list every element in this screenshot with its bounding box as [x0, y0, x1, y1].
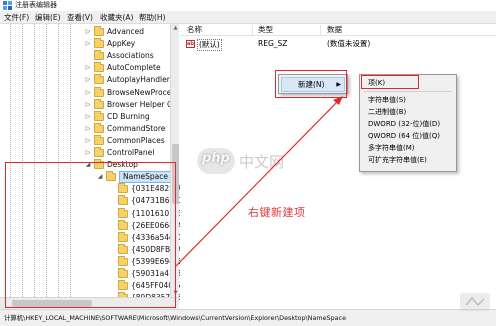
- tree-node-label: BrowseNewProces: [107, 87, 176, 97]
- column-data-header[interactable]: 数据: [327, 24, 342, 36]
- folder-icon: [94, 38, 104, 49]
- tree-node-label: CommonPlaces: [107, 135, 165, 145]
- corner-watermark-icon: [460, 293, 490, 311]
- collapsed-arrow-icon[interactable]: ▷: [84, 89, 92, 97]
- tree-node-label: Browser Helper Ol: [107, 99, 175, 109]
- collapsed-arrow-icon[interactable]: ▷: [84, 113, 92, 121]
- collapsed-arrow-icon[interactable]: ▷: [84, 28, 92, 36]
- column-divider[interactable]: [320, 25, 321, 35]
- collapsed-arrow-icon[interactable]: ▷: [84, 137, 92, 145]
- folder-icon: [94, 110, 104, 121]
- string-value-icon: ab: [186, 40, 195, 48]
- tree-node-label: AppKey: [107, 39, 136, 49]
- tree-node-label: ControlPanel: [107, 148, 155, 157]
- collapsed-arrow-icon[interactable]: ▷: [84, 125, 92, 133]
- collapsed-arrow-icon[interactable]: ▷: [84, 76, 92, 84]
- submenu-item-expandable-string-value[interactable]: 可扩充字符串值(E): [362, 154, 454, 166]
- folder-icon: [94, 26, 104, 36]
- window-title: 注册表编辑器: [15, 1, 57, 9]
- column-divider[interactable]: [252, 25, 253, 35]
- annotation-caption: 右键新建项: [248, 206, 306, 219]
- folder-icon: [94, 62, 104, 73]
- tree-node-label: CommandStore: [107, 123, 166, 133]
- menu-separator: [364, 91, 452, 92]
- highlight-new-menu: [275, 70, 347, 98]
- tree-node-label: AutoComplete: [107, 63, 161, 73]
- menu-help[interactable]: 帮助(H): [139, 11, 166, 24]
- highlight-tree-subkeys: [5, 162, 176, 308]
- title-bar: 注册表编辑器: [0, 0, 496, 11]
- menu-favorites[interactable]: 收藏夹(A): [100, 11, 133, 24]
- folder-icon: [94, 74, 104, 85]
- menu-view[interactable]: 查看(V): [67, 11, 93, 24]
- submenu-item-multi-string-value[interactable]: 多字符串值(M): [362, 142, 454, 154]
- submenu-item-qword-value[interactable]: QWORD (64 位)值(Q): [362, 130, 454, 142]
- folder-icon: [94, 98, 104, 109]
- menu-file[interactable]: 文件(F): [4, 11, 29, 24]
- column-name-header[interactable]: 名称: [187, 24, 202, 36]
- values-header: 名称 类型 数据: [180, 24, 496, 36]
- collapsed-arrow-icon[interactable]: ▷: [84, 101, 92, 109]
- registry-path: 计算机\HKEY_LOCAL_MACHINE\SOFTWARE\Microsof…: [4, 314, 346, 322]
- value-data: (数值未设置): [327, 39, 371, 48]
- tree-node-label: Advanced: [107, 27, 145, 36]
- collapsed-arrow-icon: [84, 52, 92, 60]
- folder-icon: [94, 147, 104, 157]
- folder-icon: [94, 134, 104, 145]
- column-type-header[interactable]: 类型: [258, 24, 273, 36]
- collapsed-arrow-icon[interactable]: ▷: [84, 40, 92, 48]
- tree-node-label: Associations: [107, 51, 154, 61]
- php-watermark: php 中文网: [197, 148, 297, 174]
- folder-icon: [94, 50, 104, 61]
- folder-icon: [94, 122, 104, 133]
- menu-edit[interactable]: 编辑(E): [35, 11, 61, 24]
- submenu-item-dword-value[interactable]: DWORD (32-位)值(D): [362, 118, 454, 130]
- watermark-site-text: 中文网: [239, 153, 285, 171]
- scroll-up-arrow-icon[interactable]: ▲: [172, 24, 179, 32]
- menu-bar: 文件(F) 编辑(E) 查看(V) 收藏夹(A) 帮助(H): [0, 11, 496, 24]
- collapsed-arrow-icon[interactable]: ▷: [84, 149, 92, 157]
- highlight-key-item: [361, 75, 419, 89]
- value-name: (默认): [197, 39, 222, 51]
- status-bar: 计算机\HKEY_LOCAL_MACHINE\SOFTWARE\Microsof…: [0, 309, 496, 326]
- value-type: REG_SZ: [258, 39, 288, 48]
- folder-icon: [94, 86, 104, 97]
- submenu-item-string-value[interactable]: 字符串值(S): [362, 94, 454, 106]
- watermark-logo-text: php: [202, 151, 230, 166]
- value-row[interactable]: ab (默认) REG_SZ (数值未设置): [180, 38, 496, 51]
- tree-node-label: AutoplayHandlers: [107, 75, 174, 85]
- tree-node-label: CD Burning: [107, 111, 150, 121]
- collapsed-arrow-icon[interactable]: ▷: [84, 64, 92, 72]
- submenu-item-binary-value[interactable]: 二进制值(B): [362, 106, 454, 118]
- registry-editor-icon: [3, 1, 12, 10]
